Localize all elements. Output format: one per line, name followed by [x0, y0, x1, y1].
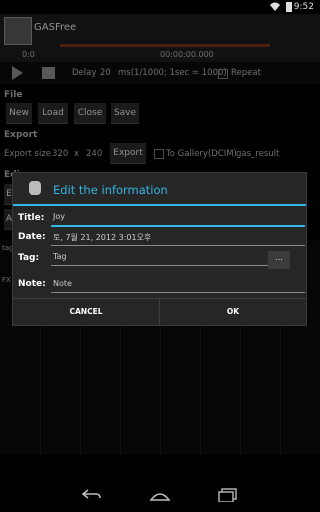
date-input[interactable]: 토, 7월 21, 2012 3:01오후: [51, 229, 305, 246]
note-label: Note:: [18, 279, 46, 289]
wifi-icon: [270, 2, 280, 11]
status-bar: 9:52: [0, 0, 320, 14]
date-label: Date:: [18, 232, 46, 242]
note-input[interactable]: Note: [51, 276, 305, 293]
title-value: Joy: [53, 212, 65, 221]
tag-label: Tag:: [18, 253, 40, 263]
dialog-title: Edit the information: [53, 183, 168, 197]
cancel-button[interactable]: CANCEL: [13, 298, 160, 325]
edit-info-dialog: Edit the information Title: Joy Date: 토,…: [12, 172, 307, 326]
clock: 9:52: [293, 2, 314, 12]
ok-button[interactable]: OK: [160, 298, 306, 325]
back-icon[interactable]: [82, 488, 102, 502]
header-divider: [13, 204, 306, 206]
note-value: Note: [53, 279, 72, 288]
info-icon: [29, 181, 41, 195]
tag-picker-button[interactable]: ...: [268, 251, 290, 269]
tag-value: Tag: [53, 252, 67, 261]
dialog-header: Edit the information: [13, 173, 306, 206]
recent-apps-icon[interactable]: [218, 488, 238, 502]
home-icon[interactable]: [150, 488, 170, 502]
battery-icon: [286, 2, 292, 12]
title-input[interactable]: Joy: [51, 209, 305, 227]
title-label: Title:: [18, 213, 45, 223]
date-value: 토, 7월 21, 2012 3:01오후: [53, 233, 152, 242]
tag-input[interactable]: Tag: [51, 249, 273, 266]
